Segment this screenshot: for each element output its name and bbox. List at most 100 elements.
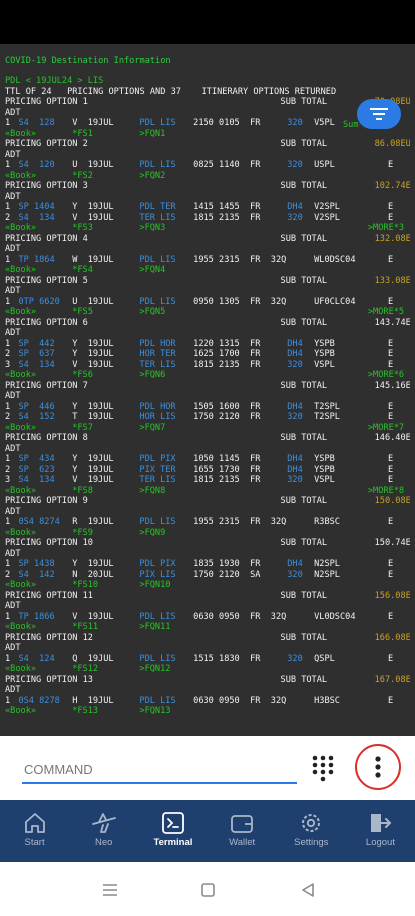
terminal-link[interactable]: SP 434 bbox=[18, 454, 54, 465]
terminal-link[interactable]: *FS6 bbox=[72, 370, 93, 381]
terminal-link[interactable]: «Book» bbox=[5, 622, 36, 633]
terminal-link[interactable]: *FS1 bbox=[72, 129, 93, 140]
terminal-link[interactable]: >FQN2 bbox=[139, 171, 165, 182]
terminal-link[interactable]: «Book» bbox=[5, 223, 36, 234]
terminal-link[interactable]: PDL PIX bbox=[139, 454, 175, 465]
terminal-link[interactable]: >FQN7 bbox=[139, 423, 165, 434]
terminal-link[interactable]: >FQN9 bbox=[139, 528, 165, 539]
terminal-link[interactable]: DH4 bbox=[287, 202, 303, 213]
terminal-link[interactable]: 0S4 8278 bbox=[18, 696, 59, 707]
terminal-link[interactable]: TER LIS bbox=[139, 475, 175, 486]
terminal-link[interactable]: >MORE*3 bbox=[368, 223, 404, 234]
terminal-link[interactable]: >FQN6 bbox=[139, 370, 165, 381]
recent-apps-button[interactable] bbox=[98, 878, 122, 902]
terminal-link[interactable]: *FS12 bbox=[72, 664, 98, 675]
terminal-link[interactable]: «Book» bbox=[5, 528, 36, 539]
terminal-link[interactable]: PDL LIS bbox=[139, 297, 175, 308]
terminal-link[interactable]: >MORE*5 bbox=[368, 307, 404, 318]
terminal-link[interactable]: PDL LIS bbox=[139, 654, 175, 665]
terminal-link[interactable]: PDL LIS bbox=[139, 612, 175, 623]
terminal-output[interactable]: COVID-19 Destination Information PDL < 1… bbox=[0, 44, 415, 736]
terminal-link[interactable]: S4 152 bbox=[18, 412, 54, 423]
terminal-link[interactable]: «Book» bbox=[5, 664, 36, 675]
terminal-link[interactable]: *FS13 bbox=[72, 706, 98, 717]
terminal-link[interactable]: S4 124 bbox=[18, 654, 54, 665]
terminal-link[interactable]: «Book» bbox=[5, 706, 36, 717]
terminal-link[interactable]: PDL LIS bbox=[139, 255, 175, 266]
terminal-link[interactable]: >FQN10 bbox=[139, 580, 170, 591]
terminal-link[interactable]: *FS9 bbox=[72, 528, 93, 539]
terminal-link[interactable]: S4 134 bbox=[18, 360, 54, 371]
terminal-link[interactable]: DH4 bbox=[287, 454, 303, 465]
terminal-link[interactable]: *FS7 bbox=[72, 423, 93, 434]
terminal-link[interactable]: 0S4 8274 bbox=[18, 517, 59, 528]
terminal-link[interactable]: SP 442 bbox=[18, 339, 54, 350]
terminal-link[interactable]: PDL HOR bbox=[139, 339, 175, 350]
keypad-button[interactable] bbox=[308, 753, 338, 783]
terminal-link[interactable]: PDL TER bbox=[139, 202, 175, 213]
back-button[interactable] bbox=[296, 878, 320, 902]
terminal-link[interactable]: S4 120 bbox=[18, 160, 54, 171]
terminal-link[interactable]: >FQN5 bbox=[139, 307, 165, 318]
nav-logout[interactable]: Logout bbox=[346, 800, 415, 862]
terminal-link[interactable]: 320 bbox=[287, 213, 303, 224]
terminal-link[interactable]: «Book» bbox=[5, 265, 36, 276]
terminal-link[interactable]: SP 623 bbox=[18, 465, 54, 476]
terminal-link[interactable]: PDL HOR bbox=[139, 402, 175, 413]
terminal-link[interactable]: DH4 bbox=[287, 465, 303, 476]
terminal-link[interactable]: >FQN13 bbox=[139, 706, 170, 717]
terminal-title[interactable]: COVID-19 Destination Information bbox=[5, 56, 171, 66]
terminal-link[interactable]: >MORE*8 bbox=[368, 486, 404, 497]
terminal-link[interactable]: «Book» bbox=[5, 423, 36, 434]
terminal-link[interactable]: HOR LIS bbox=[139, 412, 175, 423]
terminal-link[interactable]: DH4 bbox=[287, 349, 303, 360]
terminal-link[interactable]: >MORE*7 bbox=[368, 423, 404, 434]
terminal-link[interactable]: *FS8 bbox=[72, 486, 93, 497]
nav-terminal[interactable]: Terminal bbox=[138, 800, 207, 862]
terminal-link[interactable]: >FQN12 bbox=[139, 664, 170, 675]
terminal-link[interactable]: SP 1438 bbox=[18, 559, 54, 570]
terminal-link[interactable]: PDL LIS bbox=[139, 517, 175, 528]
nav-settings[interactable]: Settings bbox=[277, 800, 346, 862]
terminal-link[interactable]: >MORE*6 bbox=[368, 370, 404, 381]
terminal-link[interactable]: DH4 bbox=[287, 402, 303, 413]
terminal-link[interactable]: S4 134 bbox=[18, 475, 54, 486]
terminal-link[interactable]: 320 bbox=[287, 160, 303, 171]
terminal-link[interactable]: PDL LIS bbox=[139, 160, 175, 171]
terminal-link[interactable]: «Book» bbox=[5, 171, 36, 182]
terminal-link[interactable]: «Book» bbox=[5, 307, 36, 318]
terminal-link[interactable]: *FS2 bbox=[72, 171, 93, 182]
command-input[interactable] bbox=[22, 756, 297, 784]
terminal-link[interactable]: S4 142 bbox=[18, 570, 54, 581]
terminal-link[interactable]: PDL LIS bbox=[139, 118, 175, 129]
terminal-link[interactable]: TP 1866 bbox=[18, 612, 54, 623]
terminal-link[interactable]: «Book» bbox=[5, 129, 36, 140]
terminal-link[interactable]: TP 1864 bbox=[18, 255, 54, 266]
terminal-link[interactable]: «Book» bbox=[5, 580, 36, 591]
terminal-link[interactable]: 320 bbox=[287, 475, 303, 486]
terminal-link[interactable]: PIX LIS bbox=[139, 570, 175, 581]
terminal-link[interactable]: >FQN1 bbox=[139, 129, 165, 140]
filter-button[interactable] bbox=[357, 99, 401, 129]
terminal-link[interactable]: 320 bbox=[287, 412, 303, 423]
terminal-link[interactable]: *FS11 bbox=[72, 622, 98, 633]
terminal-link[interactable]: DH4 bbox=[287, 339, 303, 350]
terminal-link[interactable]: HOR TER bbox=[139, 349, 175, 360]
terminal-link[interactable]: >FQN3 bbox=[139, 223, 165, 234]
terminal-link[interactable]: 320 bbox=[287, 654, 303, 665]
nav-wallet[interactable]: Wallet bbox=[208, 800, 277, 862]
terminal-link[interactable]: *FS10 bbox=[72, 580, 98, 591]
terminal-link[interactable]: SP 446 bbox=[18, 402, 54, 413]
terminal-link[interactable]: *FS3 bbox=[72, 223, 93, 234]
terminal-link[interactable]: 0TP 6620 bbox=[18, 297, 59, 308]
terminal-link[interactable]: «Book» bbox=[5, 370, 36, 381]
nav-neo[interactable]: Neo bbox=[69, 800, 138, 862]
terminal-link[interactable]: >FQN11 bbox=[139, 622, 170, 633]
terminal-link[interactable]: 320 bbox=[287, 360, 303, 371]
terminal-link[interactable]: *FS4 bbox=[72, 265, 93, 276]
terminal-link[interactable]: >FQN4 bbox=[139, 265, 165, 276]
terminal-link[interactable]: PDL LIS bbox=[139, 696, 175, 707]
terminal-link[interactable]: SP 1404 bbox=[18, 202, 54, 213]
terminal-link[interactable]: PIX TER bbox=[139, 465, 175, 476]
terminal-link[interactable]: 320 bbox=[287, 118, 303, 129]
